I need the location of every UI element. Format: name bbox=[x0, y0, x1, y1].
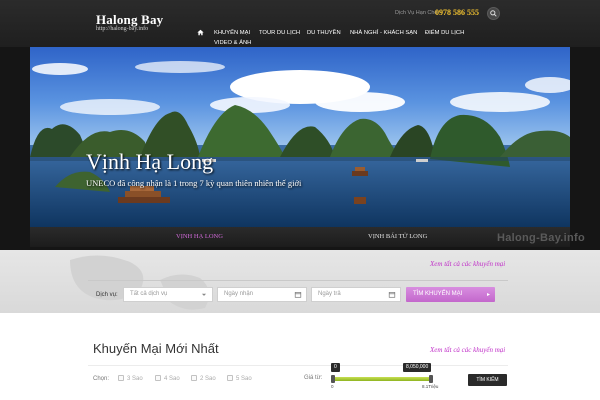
service-label: Dịch vụ: bbox=[96, 292, 118, 298]
slide-tab-vinh-ha-long[interactable]: VỊNH HẠ LONG bbox=[176, 233, 223, 240]
star-filter-label: 4 Sao bbox=[164, 376, 180, 382]
hotline-number: 0978 586 555 bbox=[435, 8, 479, 17]
checkout-date-field[interactable]: Ngày trả bbox=[311, 287, 401, 302]
nav-item-du-thuyen[interactable]: DU THUYỀN bbox=[307, 30, 341, 36]
header-search-button[interactable] bbox=[487, 7, 500, 20]
divider bbox=[88, 365, 508, 366]
star-filter-3[interactable]: 3 Sao bbox=[118, 375, 143, 382]
checkbox[interactable] bbox=[191, 375, 197, 381]
see-all-promotions-link[interactable]: Xem tất cả các khuyến mại bbox=[430, 260, 505, 268]
slide-caption: UNECO đã công nhận là 1 trong 7 kỳ quan … bbox=[86, 178, 302, 188]
star-filter-label: 2 Sao bbox=[200, 376, 216, 382]
halong-bay-photo bbox=[30, 47, 570, 227]
star-filter-2[interactable]: 2 Sao bbox=[191, 375, 216, 382]
site-header: Halong Bay http://halong-bay.info Dịch V… bbox=[0, 0, 600, 47]
star-filter-label: 3 Sao bbox=[127, 376, 143, 382]
checkbox[interactable] bbox=[227, 375, 233, 381]
home-icon[interactable] bbox=[197, 29, 204, 36]
nav-item-tour-du-lich[interactable]: TOUR DU LỊCH bbox=[259, 30, 300, 36]
price-slider-track[interactable] bbox=[333, 377, 433, 381]
search-promotions-label: TÌM KHUYẾN MẠI bbox=[413, 291, 463, 297]
star-filter-label: 5 Sao bbox=[236, 376, 252, 382]
price-max-tooltip: 8,050,000 bbox=[403, 363, 432, 372]
nav-item-diem-du-lich[interactable]: ĐIỂM DU LỊCH bbox=[425, 30, 464, 36]
slide-tab-vinh-bai-tu-long[interactable]: VỊNH BÁI TỬ LONG bbox=[368, 233, 427, 240]
checkout-placeholder: Ngày trả bbox=[318, 291, 341, 297]
price-slider-fill bbox=[333, 377, 433, 381]
checkbox[interactable] bbox=[155, 375, 161, 381]
price-min-tooltip: 0 bbox=[331, 363, 340, 372]
search-band bbox=[0, 250, 600, 313]
slide-image bbox=[30, 47, 570, 227]
chevron-down-icon bbox=[201, 293, 207, 296]
nav-item-nha-nghi[interactable]: NHÀ NGHỈ - KHÁCH SẠN bbox=[350, 30, 417, 36]
search-promotions-button[interactable]: TÌM KHUYẾN MẠI ▸ bbox=[406, 287, 495, 302]
price-max-value: 8.1Triệu bbox=[422, 384, 439, 389]
watermark: Halong-Bay.info bbox=[497, 232, 586, 244]
nav-item-khuyen-mai[interactable]: KHUYẾN MẠI bbox=[214, 30, 250, 36]
star-filter-5[interactable]: 5 Sao bbox=[227, 375, 252, 382]
checkin-date-field[interactable]: Ngày nhận bbox=[217, 287, 307, 302]
slide-title: Vịnh Hạ Long bbox=[86, 149, 214, 174]
calendar-icon bbox=[388, 292, 396, 298]
search-icon bbox=[490, 10, 497, 17]
hotline-label: Dịch Vụ Hạn Chế: bbox=[395, 10, 440, 16]
chevron-right-icon: ▸ bbox=[486, 292, 490, 298]
price-slider-max-handle[interactable] bbox=[429, 375, 433, 383]
price-min-value: 0 bbox=[331, 384, 334, 389]
service-select[interactable]: Tất cả dịch vụ bbox=[123, 287, 213, 302]
price-slider-min-handle[interactable] bbox=[331, 375, 335, 383]
slide-tabs: VỊNH HẠ LONG VỊNH BÁI TỬ LONG bbox=[30, 227, 570, 247]
star-filter-4[interactable]: 4 Sao bbox=[155, 375, 180, 382]
see-all-promotions-link-bottom[interactable]: Xem tất cả các khuyến mại bbox=[430, 346, 505, 354]
checkin-placeholder: Ngày nhận bbox=[224, 291, 254, 297]
price-label: Giá từ: bbox=[304, 375, 323, 381]
logo-subtitle: http://halong-bay.info bbox=[96, 26, 149, 32]
calendar-icon bbox=[294, 292, 302, 298]
divider bbox=[88, 280, 508, 281]
promotions-title: Khuyến Mại Mới Nhất bbox=[93, 341, 219, 356]
service-select-value: Tất cả dịch vụ bbox=[130, 291, 168, 297]
world-map-icon bbox=[70, 255, 209, 310]
promotions-search-button[interactable]: TÌM KIẾM bbox=[468, 374, 507, 386]
nav-item-video-anh[interactable]: VIDEO & ẢNH bbox=[214, 40, 251, 46]
checkbox[interactable] bbox=[118, 375, 124, 381]
choose-label: Chọn: bbox=[93, 376, 110, 382]
